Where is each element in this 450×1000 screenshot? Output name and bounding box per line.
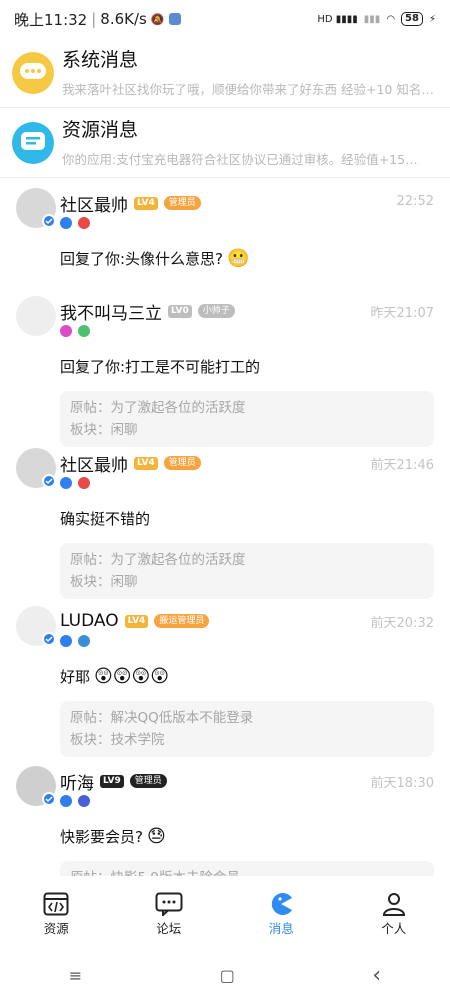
level-badge: LV4 bbox=[124, 614, 149, 628]
key-icon bbox=[60, 325, 72, 337]
resource-messages-row[interactable]: 资源消息 你的应用:支付宝充电器符合社区协议已通过审核。经验值+15… bbox=[0, 108, 450, 178]
quoted-post[interactable]: 原帖：快影5.9版本去除会员 bbox=[60, 861, 434, 876]
nav-forum[interactable]: 论坛 bbox=[113, 886, 226, 942]
message-item[interactable]: 社区最帅 LV4 管理员 前天21:46 确实挺不错的 原帖：为了激起各位的活跃… bbox=[0, 438, 450, 599]
tiktok-icon bbox=[60, 217, 72, 229]
resource-message-preview: 你的应用:支付宝充电器符合社区协议已通过审核。经验值+15… bbox=[62, 152, 418, 167]
emoji: 😬 bbox=[227, 248, 250, 269]
status-bar: 晚上11:32 | 8.6K/s 🔕 HD ▮▮▮▮ ▮▮▮ ◠ 58 ⚡ bbox=[14, 10, 436, 29]
timestamp: 前天18:30 bbox=[370, 776, 434, 791]
level-badge: LV4 bbox=[134, 456, 158, 470]
network-speed: 8.6K/s bbox=[100, 10, 147, 28]
role-badge: 小帅子 bbox=[197, 304, 235, 318]
role-badge: 管理员 bbox=[129, 774, 167, 788]
nav-label: 个人 bbox=[381, 920, 407, 936]
home-button[interactable]: ▢ bbox=[220, 966, 235, 985]
system-navigation: ≡ ▢ ‹ bbox=[0, 950, 450, 1000]
shield-icon bbox=[78, 795, 90, 807]
wifi-icon: ◠ bbox=[386, 13, 396, 25]
original-post: 原帖：为了激起各位的活跃度 bbox=[70, 552, 246, 568]
nav-label: 资源 bbox=[43, 920, 69, 936]
level-badge: LV4 bbox=[134, 196, 158, 210]
tiktok-icon bbox=[60, 795, 72, 807]
quoted-post[interactable]: 原帖：为了激起各位的活跃度 板块：闲聊 bbox=[60, 543, 434, 599]
verified-icon bbox=[42, 632, 56, 646]
username[interactable]: 社区最帅 bbox=[60, 451, 128, 476]
medal-icon bbox=[78, 217, 90, 229]
back-button[interactable]: ‹ bbox=[372, 963, 381, 988]
message-text: 回复了你:头像什么意思? bbox=[60, 250, 224, 268]
username[interactable]: 我不叫马三立 bbox=[60, 299, 162, 324]
username[interactable]: 社区最帅 bbox=[60, 191, 128, 216]
username[interactable]: 听海 bbox=[60, 769, 94, 794]
level-badge: LV9 bbox=[100, 774, 124, 788]
system-message-icon bbox=[12, 51, 54, 94]
medal-icon bbox=[78, 477, 90, 489]
username[interactable]: LUDAO bbox=[60, 611, 119, 631]
role-badge: 管理员 bbox=[163, 196, 201, 210]
award-icon bbox=[78, 635, 90, 647]
signal2-icon: ▮▮▮ bbox=[363, 13, 381, 25]
original-post: 原帖：快影5.9版本去除会员 bbox=[70, 867, 424, 876]
system-message-preview: 我来落叶社区找你玩了哦，顺便给你带来了好东西 经验+10 知名… bbox=[62, 82, 434, 97]
pacman-icon bbox=[272, 892, 293, 915]
signal-icon: HD ▮▮▮▮ bbox=[317, 13, 358, 25]
nav-messages[interactable]: 消息 bbox=[225, 886, 338, 942]
user-icon bbox=[382, 892, 405, 916]
system-messages-row[interactable]: 系统消息 我来落叶社区找你玩了哦，顺便给你带来了好东西 经验+10 知名… bbox=[0, 38, 450, 108]
message-text: 确实挺不错的 bbox=[60, 510, 151, 528]
quoted-post[interactable]: 原帖：解决QQ低版本不能登录 板块：技术学院 bbox=[60, 701, 434, 757]
message-item[interactable]: 听海 LV9 管理员 前天18:30 快影要会员?😓 原帖：快影5.9版本去除会… bbox=[0, 756, 450, 876]
mute-icon: 🔕 bbox=[150, 12, 165, 26]
charging-icon: ⚡ bbox=[428, 13, 436, 25]
nav-profile[interactable]: 个人 bbox=[338, 886, 450, 942]
message-item[interactable]: LUDAO LV4 搬运管理员 前天20:32 好耶 😲😲😲😲 原帖：解决QQ低版… bbox=[0, 596, 450, 757]
message-text: 快影要会员? bbox=[60, 828, 143, 846]
app-icon bbox=[168, 13, 181, 25]
chat-icon bbox=[155, 892, 183, 916]
emoji: 😲😲😲😲 bbox=[94, 666, 170, 687]
nav-resources[interactable]: 资源 bbox=[0, 886, 113, 942]
clock: 晚上11:32 bbox=[14, 10, 88, 29]
message-text: 好耶 bbox=[60, 668, 91, 686]
role-badge: 搬运管理员 bbox=[154, 614, 210, 628]
role-badge: 管理员 bbox=[163, 456, 201, 470]
avatar[interactable] bbox=[16, 296, 56, 336]
code-icon bbox=[43, 892, 69, 915]
board-name: 板块：闲聊 bbox=[70, 574, 138, 590]
nav-label: 消息 bbox=[268, 920, 294, 936]
nav-label: 论坛 bbox=[156, 920, 182, 936]
resource-message-title: 资源消息 bbox=[62, 119, 139, 141]
message-text: 回复了你:打工是不可能打工的 bbox=[60, 358, 261, 376]
message-item[interactable]: 社区最帅 LV4 管理员 22:52 回复了你:头像什么意思? 😬 bbox=[0, 178, 450, 286]
verified-icon bbox=[42, 474, 56, 488]
original-post: 原帖：解决QQ低版本不能登录 bbox=[70, 710, 254, 726]
battery-icon: 58 bbox=[401, 12, 423, 26]
board-name: 板块：技术学院 bbox=[70, 732, 165, 748]
tiktok-icon bbox=[60, 477, 72, 489]
timestamp: 前天21:46 bbox=[370, 458, 434, 473]
resource-message-icon bbox=[12, 121, 54, 164]
emoji: 😓 bbox=[146, 826, 166, 847]
system-message-title: 系统消息 bbox=[62, 49, 139, 71]
timestamp: 22:52 bbox=[396, 194, 434, 209]
message-item[interactable]: 我不叫马三立 LV0 小帅子 昨天21:07 回复了你:打工是不可能打工的 原帖… bbox=[0, 286, 450, 447]
original-post: 原帖：为了激起各位的活跃度 bbox=[70, 400, 246, 416]
tiktok-icon bbox=[60, 635, 72, 647]
verified-icon bbox=[42, 214, 56, 228]
menu-button[interactable]: ≡ bbox=[69, 966, 82, 985]
plant-icon bbox=[78, 325, 90, 337]
timestamp: 昨天21:07 bbox=[370, 306, 434, 321]
timestamp: 前天20:32 bbox=[370, 616, 434, 631]
bottom-nav: 资源 论坛 消息 个人 bbox=[0, 886, 450, 942]
level-badge: LV0 bbox=[168, 304, 192, 318]
verified-icon bbox=[42, 792, 56, 806]
